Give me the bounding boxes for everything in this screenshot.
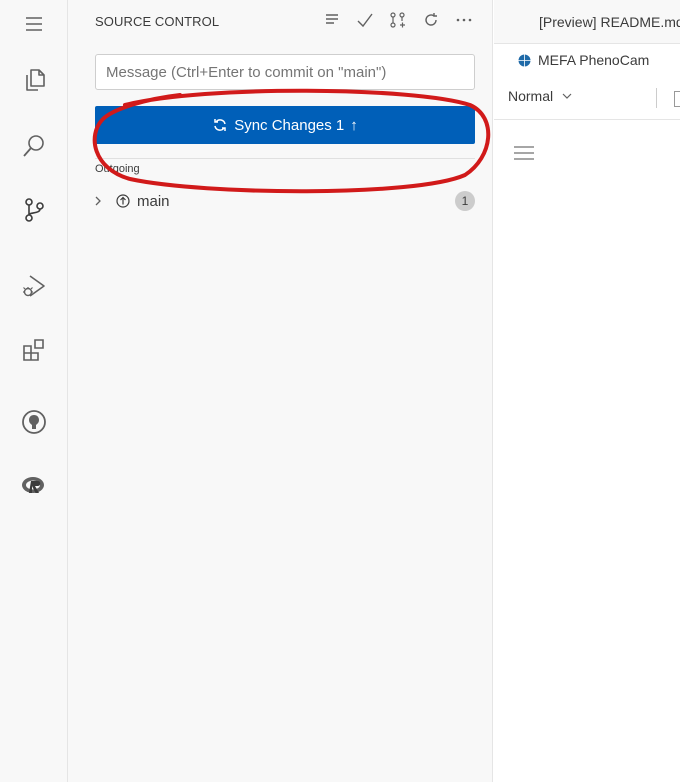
activity-bar	[0, 0, 68, 782]
source-control-panel: SOURCE CONTROL Sync Changes 1 ↑ Outgoing	[68, 0, 493, 782]
breadcrumb-item[interactable]: MEFA PhenoCam	[538, 52, 649, 68]
list-icon[interactable]	[512, 144, 536, 162]
commit-message-input[interactable]	[95, 54, 475, 90]
outgoing-section-label: Outgoing	[95, 163, 140, 175]
sync-arrow: ↑	[350, 116, 358, 134]
menu-icon[interactable]	[0, 0, 68, 48]
view-as-tree-icon[interactable]	[321, 9, 343, 31]
explorer-icon[interactable]	[0, 56, 68, 104]
sync-changes-button[interactable]: Sync Changes 1 ↑	[95, 106, 475, 144]
chevron-right-icon[interactable]	[91, 194, 105, 208]
source-control-header: SOURCE CONTROL	[68, 0, 493, 42]
sync-changes-label: Sync Changes 1	[234, 116, 345, 134]
text-style-select[interactable]: Normal	[508, 88, 573, 104]
search-icon[interactable]	[0, 122, 68, 170]
toolbar-button-partial[interactable]	[674, 91, 680, 107]
more-actions-icon[interactable]	[453, 9, 475, 31]
extensions-icon[interactable]	[0, 326, 68, 374]
tab-readme-preview[interactable]: [Preview] README.md	[539, 14, 680, 30]
source-control-icon[interactable]	[0, 186, 68, 234]
github-icon[interactable]	[0, 398, 68, 446]
chevron-down-icon	[562, 93, 572, 99]
outgoing-branch-row[interactable]: main 1	[88, 189, 483, 213]
header-actions	[321, 9, 475, 31]
run-debug-icon[interactable]	[0, 262, 68, 310]
text-style-value: Normal	[508, 88, 554, 104]
panel-title: SOURCE CONTROL	[95, 14, 220, 29]
commit-check-icon[interactable]	[354, 9, 376, 31]
r-icon[interactable]	[0, 462, 68, 510]
sync-icon	[214, 119, 226, 131]
refresh-icon[interactable]	[420, 9, 442, 31]
divider	[95, 158, 475, 159]
outgoing-arrow-icon	[116, 194, 130, 208]
toolbar-divider	[656, 88, 657, 108]
globe-icon	[518, 54, 531, 67]
pull-request-icon[interactable]	[387, 9, 409, 31]
breadcrumb: MEFA PhenoCam	[494, 44, 680, 76]
editor-toolbar: Normal	[494, 76, 680, 120]
tab-strip: [Preview] README.md	[494, 0, 680, 44]
branch-name: main	[137, 192, 170, 210]
editor-area: [Preview] README.md MEFA PhenoCam Normal	[494, 0, 680, 782]
count-badge: 1	[455, 191, 475, 211]
